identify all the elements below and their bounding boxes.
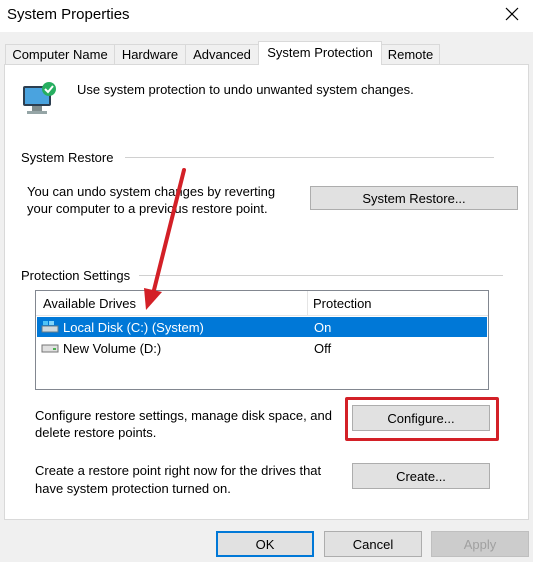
system-restore-heading: System Restore [21,150,114,165]
system-restore-desc-2: your computer to a previous restore poin… [27,201,268,216]
drive-protection: Off [314,341,332,356]
column-header-drives[interactable]: Available Drives [43,296,136,311]
group-divider [139,275,503,276]
drive-name: New Volume (D:) [63,341,162,356]
group-divider [125,157,494,158]
tab-label: Remote [387,47,434,62]
tab-system-protection[interactable]: System Protection [258,41,382,65]
close-button[interactable] [499,3,525,27]
tab-remote[interactable]: Remote [381,44,440,64]
column-separator [307,291,308,315]
system-restore-desc-1: You can undo system changes by reverting [27,184,276,199]
tab-label: Hardware [121,47,179,62]
create-desc-1: Create a restore point right now for the… [35,463,322,478]
list-header: Available Drives Protection [36,291,488,316]
tab-label: System Protection [267,45,373,60]
drive-row-c[interactable]: Local Disk (C:) (System) On [37,317,487,337]
configure-desc-2: delete restore points. [35,425,157,440]
intro-text: Use system protection to undo unwanted s… [77,82,414,97]
configure-desc-1: Configure restore settings, manage disk … [35,408,333,423]
system-drive-icon [41,321,59,333]
system-protection-icon [23,82,56,114]
drive-name: Local Disk (C:) (System) [63,320,204,335]
create-desc-2: have system protection turned on. [35,481,231,496]
column-header-protection[interactable]: Protection [313,296,372,311]
ok-button[interactable]: OK [216,531,314,557]
tab-computer-name[interactable]: Computer Name [5,44,115,64]
cancel-button[interactable]: Cancel [324,531,422,557]
tab-hardware[interactable]: Hardware [114,44,186,64]
window-title: System Properties [7,6,130,23]
close-icon [505,7,519,21]
tab-label: Computer Name [12,47,108,62]
title-bar: System Properties [0,0,533,32]
drives-list[interactable]: Available Drives Protection Local Disk (… [35,290,489,390]
create-button[interactable]: Create... [352,463,490,489]
tab-label: Advanced [193,47,251,62]
tab-advanced[interactable]: Advanced [185,44,259,64]
configure-button[interactable]: Configure... [352,405,490,431]
system-restore-button[interactable]: System Restore... [310,186,518,210]
drive-row-d[interactable]: New Volume (D:) Off [37,338,487,358]
protection-settings-heading: Protection Settings [21,268,131,283]
drive-protection: On [314,320,332,335]
apply-button[interactable]: Apply [431,531,529,557]
drive-icon [41,344,59,353]
